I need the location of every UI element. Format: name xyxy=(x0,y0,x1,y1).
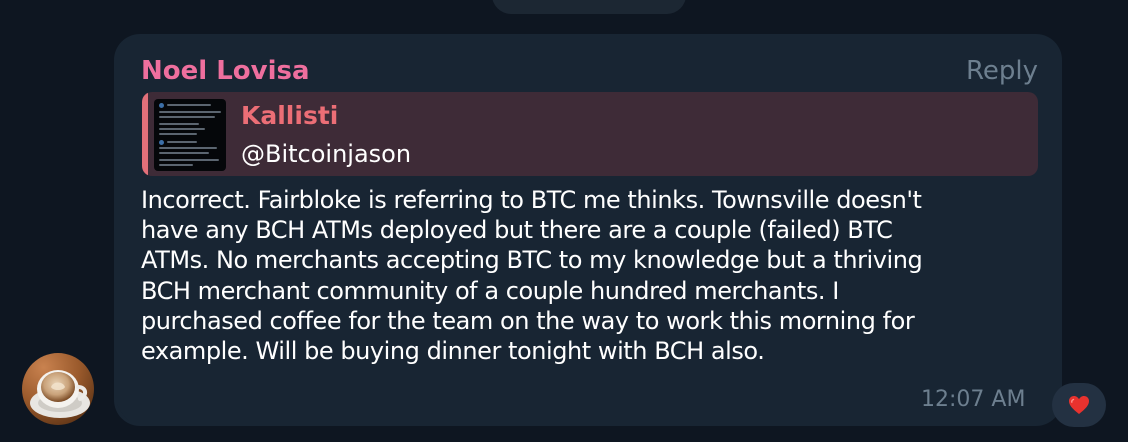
date-separator-pill xyxy=(492,0,686,14)
reply-button[interactable]: Reply xyxy=(966,56,1038,86)
quoted-screenshot-thumbnail[interactable] xyxy=(154,99,226,171)
sender-name[interactable]: Noel Lovisa xyxy=(141,56,310,86)
quoted-sender-name: Kallisti xyxy=(241,101,339,130)
sender-avatar[interactable] xyxy=(22,353,94,425)
message-line: purchased coffee for the team on the way… xyxy=(141,306,915,335)
bubble-tail xyxy=(104,404,130,426)
quoted-text: @Bitcoinjason xyxy=(241,140,412,168)
heart-reaction-button[interactable] xyxy=(1052,383,1106,427)
message-line: example. Will be buying dinner tonight w… xyxy=(141,337,765,366)
quote-accent-bar xyxy=(142,92,148,176)
message-line: have any BCH ATMs deployed but there are… xyxy=(141,216,893,245)
message-line: BCH merchant community of a couple hundr… xyxy=(141,276,839,305)
message-text: Incorrect. Fairbloke is referring to BTC… xyxy=(141,185,1046,366)
message-timestamp: 12:07 AM xyxy=(921,387,1026,412)
red-heart-icon xyxy=(1069,396,1089,414)
message-line: ATMs. No merchants accepting BTC to my k… xyxy=(141,246,923,275)
message-line: Incorrect. Fairbloke is referring to BTC… xyxy=(141,186,922,214)
